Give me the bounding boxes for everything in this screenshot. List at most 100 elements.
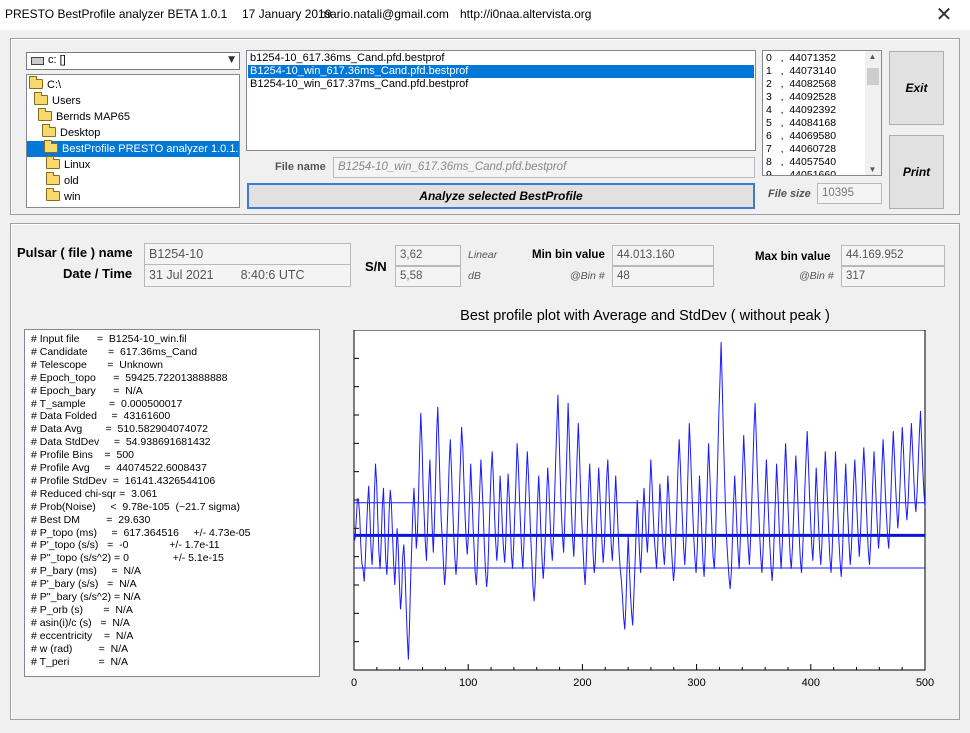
values-list-item[interactable]: 0 , 44071352 [766,52,836,65]
min-bin-index-label: @Bin # [570,270,605,282]
folder-icon [38,108,52,121]
parameter-line: # P_orb (s) = N/A [31,603,133,616]
pulsar-name-label: Pulsar ( file ) name [17,245,133,260]
tree-item[interactable]: Users [27,92,239,109]
folder-icon [44,140,58,153]
pulsar-name-field: B1254-10 [144,243,351,266]
parameter-line: # Profile Avg = 44074522.6008437 [31,462,207,474]
directory-tree[interactable]: C:\ Users Bernds MAP65 Desktop BestProfile P… [26,74,240,208]
file-list-item[interactable]: B1254-10_win_617.37ms_Cand.pfd.bestprof [248,78,754,91]
parameter-line: # Epoch_topo = 59425.722013888888 [31,371,228,384]
values-scrollbar[interactable]: ▲ ▼ [865,51,881,175]
sn-linear-field: 3,62 [395,245,461,266]
file-list-item[interactable]: b1254-10_617.36ms_Cand.pfd.bestprof [248,52,754,65]
min-bin-index-field: 48 [612,266,714,287]
x-tick-label: 100 [459,677,477,689]
values-list-item[interactable]: 6 , 44069580 [766,130,836,143]
tree-item[interactable]: C:\ [27,76,239,93]
parameter-line: # P''_topo (s/s^2) = 0 +/- 5.1e-15 [31,552,224,565]
profile-chart: 0 100 200 300 400 500 [351,330,934,689]
scroll-up-icon[interactable]: ▲ [865,52,880,61]
tree-item[interactable]: Linux [27,156,239,173]
tree-item-label: Linux [64,159,91,171]
values-list-item[interactable]: 9 , 44051660 [766,169,836,175]
parameter-line: # P'_topo (s/s) = -0 +/- 1.7e-11 [31,539,220,552]
folder-icon [46,172,60,185]
x-tick-label: 0 [351,677,357,689]
parameter-line: # Telescope = Unknown [31,358,164,371]
parameter-line: # Prob(Noise) < 9.78e-105 (~21.7 sigma) [31,500,240,513]
values-list-item[interactable]: 3 , 44092528 [766,91,836,104]
tree-item-label: Users [52,95,81,107]
tree-item[interactable]: old [27,172,239,189]
tree-item-label: win [64,191,81,203]
parameter-line: # asin(i)/c (s) = N/A [31,616,130,629]
tree-item[interactable]: BestProfile PRESTO analyzer 1.0.1.e [27,140,240,157]
values-list[interactable]: 0 , 44071352 1 , 44073140 2 , 44082568 3 , … [762,50,882,176]
tree-item-label: old [64,175,79,187]
parameter-line: # eccentricity = N/A [31,629,134,642]
sn-db-field: 5,58 [395,266,461,287]
parameter-line: # Epoch_bary = N/A [31,384,143,397]
file-name-field: B1254-10_win_617.36ms_Cand.pfd.bestprof [333,157,755,178]
parameter-line: # Data StdDev = 54.938691681432 [31,436,211,449]
folder-icon [42,124,56,137]
tree-item-label: Desktop [60,127,101,139]
values-list-item[interactable]: 1 , 44073140 [766,65,836,78]
drive-combo[interactable]: c: [] ▼ [26,52,240,70]
parameter-line: # Data Avg = 510.582904074072 [31,423,208,436]
max-bin-field: 44.169.952 [841,245,945,266]
folder-icon [29,76,43,89]
min-bin-field: 44.013.160 [612,245,714,266]
tree-item-label: C:\ [47,79,62,91]
parameter-line: # P''_bary (s/s^2) = N/A [31,591,141,603]
file-size-field: 10395 [817,183,882,204]
parameter-line: # Reduced chi-sqr = 3.061 [31,487,158,500]
tree-item[interactable]: win [27,188,239,205]
max-bin-label: Max bin value [755,251,831,263]
values-list-item[interactable]: 5 , 44084168 [766,117,836,130]
min-bin-label: Min bin value [532,249,605,261]
x-tick-label: 300 [687,677,705,689]
values-list-item[interactable]: 4 , 44092392 [766,104,836,117]
sn-label: S/N [365,259,387,274]
chevron-down-icon[interactable]: ▼ [228,55,235,65]
plot-area [353,330,926,671]
parameter-line: # T_peri = N/A [31,655,128,668]
sn-linear-label: Linear [468,249,498,261]
app-title: PRESTO BestProfile analyzer BETA 1.0.1 [5,7,228,21]
tree-item[interactable]: Bernds MAP65 [27,108,239,125]
scroll-down-icon[interactable]: ▼ [865,165,880,174]
drive-icon [31,57,44,65]
parameter-line: # w (rad) = N/A [31,642,129,655]
x-tick-label: 500 [916,677,934,689]
max-bin-index-field: 317 [841,266,945,287]
drive-value: c: [] [48,54,66,66]
parameter-line: # Candidate = 617.36ms_Cand [31,345,198,358]
file-list-item[interactable]: B1254-10_win_617.36ms_Cand.pfd.bestprof [248,65,754,78]
x-tick-label: 200 [573,677,591,689]
tree-item-label: Bernds MAP65 [56,111,130,123]
sn-db-label: dB [468,270,481,282]
exit-button[interactable]: Exit [889,51,944,125]
folder-icon [46,156,60,169]
file-list[interactable]: b1254-10_617.36ms_Cand.pfd.bestprof B1254… [246,50,756,151]
date-value: 31 Jul 2021 [149,268,214,282]
values-list-item[interactable]: 8 , 44057540 [766,156,836,169]
scroll-thumb[interactable] [867,68,879,85]
folder-icon [46,188,60,201]
time-value: 8:40:6 UTC [240,268,305,282]
close-icon[interactable]: ✕ [926,2,962,28]
parameter-line: # Best DM = 29.630 [31,513,151,526]
tree-item[interactable]: Desktop [27,124,239,141]
values-list-item[interactable]: 2 , 44082568 [766,78,836,91]
file-name-label: File name [275,161,326,173]
file-size-label: File size [768,188,811,200]
values-list-item[interactable]: 7 , 44060728 [766,143,836,156]
bestprof-parameters: # Input file = B1254-10_win.fil # Candida… [24,329,320,677]
release-date: 17 January 2019 [242,7,332,21]
analyze-button[interactable]: Analyze selected BestProfile [247,183,755,209]
parameter-line: # Data Folded = 43161600 [31,410,171,423]
tree-item-label: BestProfile PRESTO analyzer 1.0.1.e [62,143,240,155]
print-button[interactable]: Print [889,135,944,209]
